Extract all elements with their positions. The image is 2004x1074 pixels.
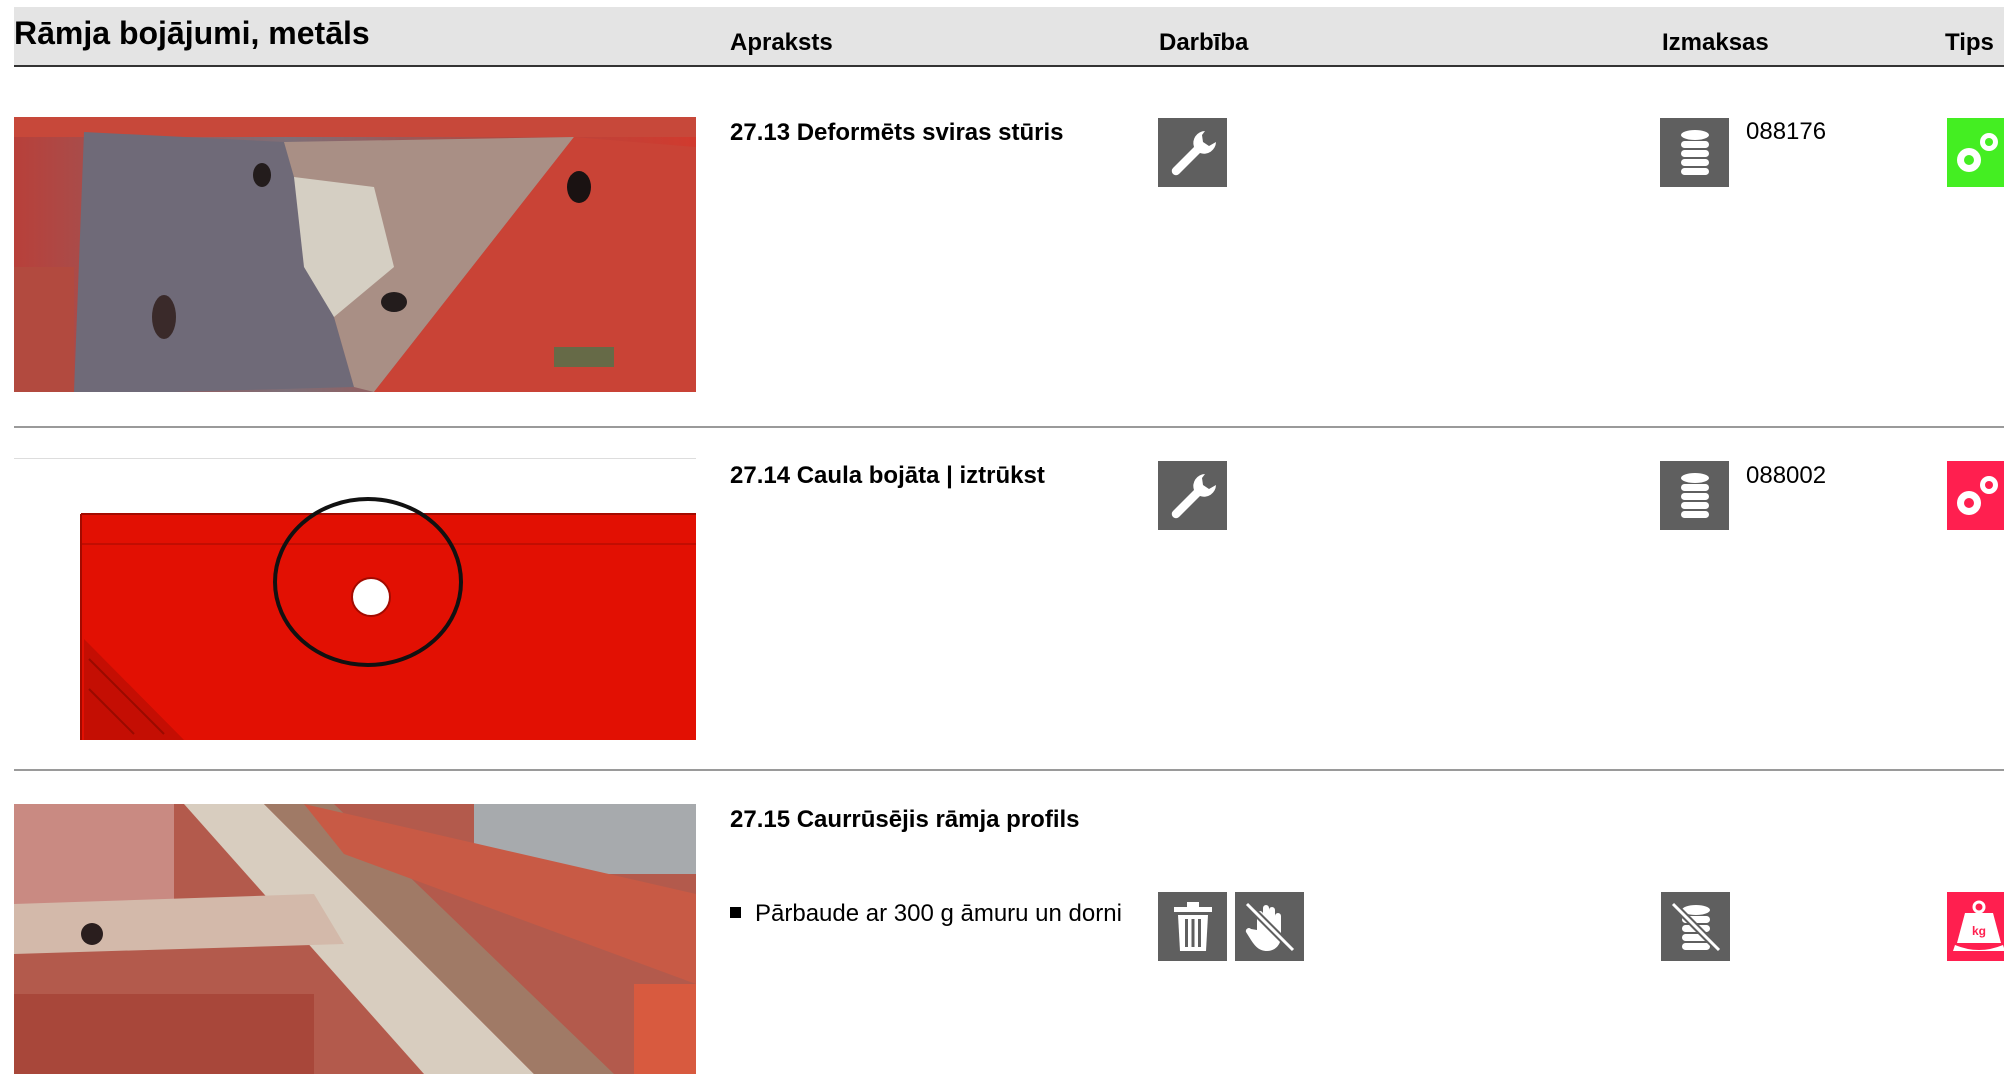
row-divider [14, 426, 2004, 428]
gears-icon [1957, 132, 1998, 172]
frame-profile-diagram [14, 459, 696, 741]
damage-description: 27.15 Caurrūsējis rāmja profils [730, 806, 1080, 833]
no-cost-icon-button[interactable] [1661, 892, 1730, 961]
type-badge-red: kg [1947, 892, 2004, 961]
damage-description: 27.13 Deformēts sviras stūris [730, 119, 1064, 146]
damage-photo [14, 458, 696, 741]
damage-photo [14, 804, 696, 1074]
column-header-action: Darbība [1159, 29, 1249, 56]
damage-description: 27.14 Caula bojāta | iztrūkst [730, 462, 1045, 489]
cost-code: 088176 [1746, 118, 1827, 145]
column-header-description: Apraksts [730, 29, 833, 56]
table-header: Rāmja bojājumi, metāls Apraksts Darbība … [14, 7, 2004, 67]
inspection-note-text: Pārbaude ar 300 g āmuru un dorni [755, 900, 1122, 927]
column-header-cost: Izmaksas [1662, 29, 1769, 56]
no-touch-icon [1244, 901, 1295, 952]
cost-icon-button[interactable] [1660, 461, 1729, 530]
wrench-icon [1171, 473, 1216, 518]
no-cost-icon [1670, 901, 1721, 952]
coins-icon [1680, 472, 1709, 518]
type-badge-red [1947, 461, 2004, 530]
damaged-lever-corner-photo [14, 117, 696, 392]
repair-action-button[interactable] [1158, 461, 1227, 530]
repair-action-button[interactable] [1158, 118, 1227, 187]
wrench-icon [1171, 130, 1216, 175]
replace-action-button[interactable] [1158, 892, 1227, 961]
cost-icon-button[interactable] [1660, 118, 1729, 187]
gears-icon [1957, 475, 1998, 515]
rusted-frame-photo [14, 804, 696, 1074]
inspection-note: Pārbaude ar 300 g āmuru un dorni [730, 900, 1122, 928]
no-touch-action-button[interactable] [1235, 892, 1304, 961]
cost-code: 088002 [1746, 462, 1827, 489]
coins-icon [1680, 129, 1709, 175]
row-divider [14, 769, 2004, 771]
page-title: Rāmja bojājumi, metāls [14, 15, 370, 51]
weight-icon: kg [1953, 900, 2004, 951]
trash-icon [1173, 901, 1212, 951]
bullet-square [730, 907, 741, 918]
type-badge-green [1947, 118, 2004, 187]
column-header-type: Tips [1945, 29, 1994, 56]
svg-text:kg: kg [1972, 924, 1986, 938]
damage-photo [14, 117, 696, 392]
